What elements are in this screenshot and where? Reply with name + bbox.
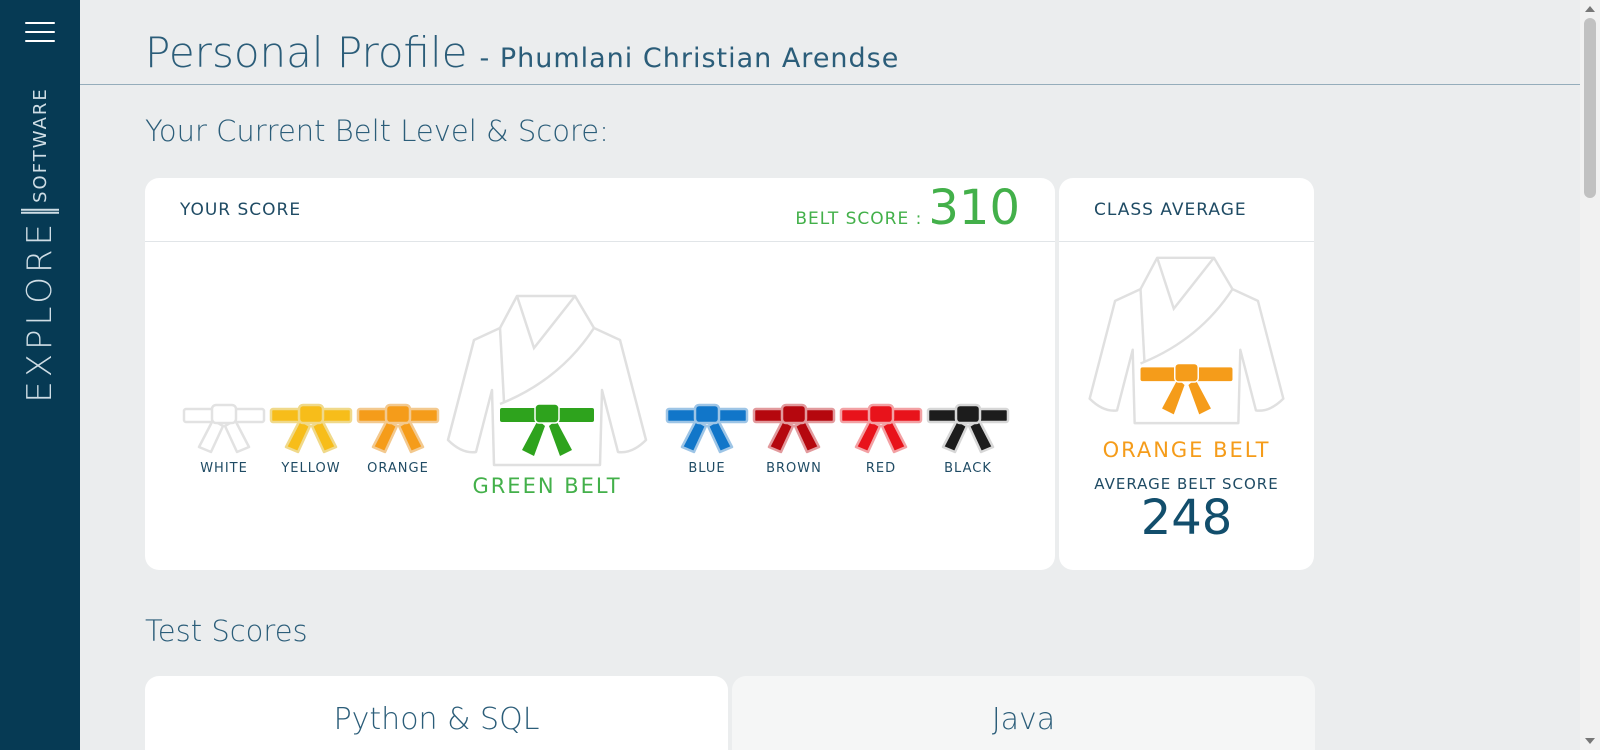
belt-red-label: RED: [865, 461, 897, 476]
test-card-python-sql[interactable]: Python & SQL: [145, 676, 728, 750]
scroll-up-arrow-icon[interactable]: [1585, 6, 1595, 12]
page-title: Personal Profile: [145, 28, 468, 77]
belt-white-label: WHITE: [200, 461, 248, 476]
blue-belt-icon: [665, 403, 749, 454]
belt-yellow: YELLOW: [267, 403, 355, 476]
test-card-title: Java: [991, 702, 1056, 737]
black-belt-icon: [926, 403, 1010, 454]
belt-red: RED: [837, 403, 925, 476]
belt-section-heading: Your Current Belt Level & Score:: [145, 114, 609, 148]
scrollbar-thumb[interactable]: [1584, 18, 1596, 198]
belt-score-label: BELT SCORE :: [795, 209, 923, 229]
white-belt-icon: [182, 403, 266, 454]
sidebar: EXPLORE SOFTWARE: [0, 0, 80, 750]
page-header: Personal Profile - Phumlani Christian Ar…: [145, 28, 899, 77]
current-belt: GREEN BELT: [432, 290, 662, 498]
belt-blue: BLUE: [663, 403, 751, 476]
red-belt-icon: [839, 403, 923, 454]
brand-software-text: SOFTWARE: [29, 87, 51, 203]
page-subtitle: - Phumlani Christian Arendse: [479, 43, 900, 74]
your-score-card: YOUR SCORE BELT SCORE : 310 WHITE YELLOW…: [145, 178, 1055, 570]
orange-gi-icon: [1088, 256, 1285, 425]
belt-score-value: 310: [928, 180, 1020, 236]
class-average-card-header: CLASS AVERAGE: [1059, 178, 1314, 242]
belt-brown-label: BROWN: [766, 461, 822, 476]
header-divider: [80, 84, 1580, 85]
green-gi-icon: [446, 294, 648, 467]
orange-belt-icon: [356, 403, 440, 454]
belt-orange: ORANGE: [354, 403, 442, 476]
vertical-scrollbar[interactable]: [1580, 0, 1600, 750]
test-scores-heading: Test Scores: [145, 614, 308, 648]
hamburger-menu-icon[interactable]: [25, 22, 55, 44]
class-average-label: CLASS AVERAGE: [1094, 200, 1247, 220]
brown-belt-icon: [752, 403, 836, 454]
your-score-label: YOUR SCORE: [180, 200, 302, 220]
brand-explore-text: EXPLORE: [20, 219, 60, 403]
belt-blue-label: BLUE: [688, 461, 726, 476]
belt-white: WHITE: [180, 403, 268, 476]
belt-yellow-label: YELLOW: [281, 461, 341, 476]
class-average-card: CLASS AVERAGE ORANGE BELT AVERAGE BELT S…: [1059, 178, 1314, 570]
test-card-java[interactable]: Java: [732, 676, 1315, 750]
belt-brown: BROWN: [750, 403, 838, 476]
your-score-card-header: YOUR SCORE BELT SCORE : 310: [145, 178, 1055, 242]
scroll-down-arrow-icon[interactable]: [1585, 738, 1595, 744]
belt-orange-label: ORANGE: [367, 461, 429, 476]
belt-black: BLACK: [924, 403, 1012, 476]
brand-divider: [21, 208, 59, 214]
current-belt-name: GREEN BELT: [472, 474, 622, 498]
main-content: Personal Profile - Phumlani Christian Ar…: [80, 0, 1580, 750]
belt-score: BELT SCORE : 310: [795, 180, 1020, 236]
brand-logo[interactable]: EXPLORE SOFTWARE: [20, 87, 60, 403]
average-belt-name: ORANGE BELT: [1102, 438, 1271, 462]
test-card-title: Python & SQL: [333, 702, 540, 737]
yellow-belt-icon: [269, 403, 353, 454]
average-belt-score-value: 248: [1140, 490, 1233, 546]
belt-black-label: BLACK: [944, 461, 992, 476]
